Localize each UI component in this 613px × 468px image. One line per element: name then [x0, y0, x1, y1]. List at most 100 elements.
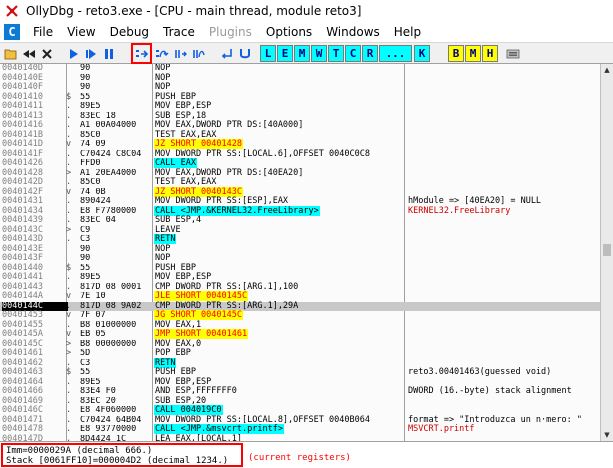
memory-window-button[interactable]: M [294, 45, 310, 62]
disasm-hex-dump: 85C0 [80, 130, 101, 140]
cpu-window-button[interactable]: C [345, 45, 361, 62]
disasm-row[interactable]: 0040141B. 85C0 TEST EAX,EAX [0, 130, 600, 141]
disasm-hex-dump: 7F 07 [80, 311, 106, 320]
disasm-instruction: POP EBP [155, 348, 191, 358]
call-stack-button[interactable]: K [414, 45, 430, 62]
disasm-row[interactable]: 0040145A v EB 05 JMP SHORT 00401461 [0, 329, 600, 340]
menu-trace[interactable]: Trace [156, 25, 202, 39]
disasm-row[interactable]: 00401469. 83EC 20 SUB ESP,20 [0, 396, 600, 407]
disasm-hex-dump: 7E 10 [80, 292, 106, 301]
threads-window-button[interactable]: T [328, 45, 344, 62]
disasm-instruction: CALL <JMP.&KERNEL32.FreeLibrary> [154, 205, 320, 216]
info-pane: Imm=0000029A (decimal 666.) Stack [0061F… [0, 441, 613, 468]
disasm-row[interactable]: 00401455. B8 01000000 MOV EAX,1 [0, 319, 600, 331]
disasm-row[interactable]: 0040140D 90 NOP [0, 64, 600, 74]
disasm-hex-dump: B8 01000000 [80, 320, 137, 330]
breakpoints-button[interactable]: B [448, 45, 464, 62]
scroll-up-icon[interactable]: ▲ [601, 64, 613, 76]
disasm-instruction: NOP [155, 82, 171, 92]
disasm-instruction: MOV EAX,DWORD PTR DS:[40EA20] [155, 167, 304, 178]
execute-till-return-icon[interactable] [218, 45, 235, 62]
disasm-instruction: NOP [155, 64, 171, 73]
menu-file[interactable]: File [26, 25, 60, 39]
disasm-row[interactable]: 0040143C > C9 LEAVE [0, 224, 600, 236]
run-icon[interactable] [64, 45, 81, 62]
menu-view[interactable]: View [60, 25, 102, 39]
disasm-instruction: PUSH EBP [155, 367, 196, 377]
title-bar: OllyDbg - reto3.exe - [CPU - main thread… [0, 0, 613, 22]
disassembly-scrollbar[interactable]: ▲ ▼ [600, 64, 613, 441]
disasm-row[interactable]: 00401466. 83E4 F0 AND ESP,FFFFFFF0 DWORD (1… [0, 386, 600, 397]
trace-into-icon[interactable] [172, 45, 189, 62]
disasm-row[interactable]: 00401471. C70424 64B04 MOV DWORD PTR SS:[L… [0, 415, 600, 426]
disasm-hex-dump: A1 20EA4000 [80, 168, 137, 178]
cpu-window-icon[interactable]: C [4, 24, 20, 40]
disasm-row[interactable]: 00401478. E8 93770000 CALL <JMP.&msvcrt.pr… [0, 424, 600, 435]
disasm-row[interactable]: 00401416. A1 00A04000 MOV EAX,DWORD PTR DS… [0, 120, 600, 131]
disasm-row[interactable]: 00401439. 83EC 04 SUB ESP,4 [0, 215, 600, 226]
menu-windows[interactable]: Windows [319, 25, 387, 39]
windows-list-button[interactable]: W [311, 45, 327, 62]
disasm-row[interactable]: 0040141F. C70424 C8C04 MOV DWORD PTR SS:[L… [0, 149, 600, 160]
disasm-hex-dump: 817D 08 0001 [80, 282, 142, 292]
disasm-instruction: MOV EAX,1 [155, 319, 202, 330]
disasm-row[interactable]: 0040142D. 85C0 TEST EAX,EAX [0, 177, 600, 188]
disasm-row[interactable]: 00401434. E8 F7780000 CALL <JMP.&KERNEL32.… [0, 205, 600, 217]
disasm-comment: KERNEL32.FreeLibrary [408, 205, 511, 216]
disasm-row[interactable]: 0040140E 90 NOP [0, 73, 600, 84]
open-icon[interactable] [2, 45, 19, 62]
disasm-row[interactable]: 00401461 >5D POP EBP [0, 348, 600, 359]
disasm-instruction: LEAVE [155, 224, 181, 235]
disasm-row[interactable]: 00401440 $55 PUSH EBP [0, 263, 600, 274]
run-thread-icon[interactable] [82, 45, 99, 62]
disasm-instruction: PUSH EBP [155, 91, 196, 102]
disasm-hex-dump: FFD0 [80, 159, 101, 168]
disasm-hex-dump: 83E4 F0 [80, 387, 116, 396]
step-into-icon[interactable] [131, 43, 152, 64]
disasm-row[interactable]: 0040143E 90 NOP [0, 244, 600, 255]
disasm-row[interactable]: 00401443. 817D 08 0001 CMP DWORD PTR SS:[A… [0, 282, 600, 293]
disasm-row[interactable]: 00401453 v 7F 07 JG SHORT 0040145C [0, 310, 600, 321]
disasm-hex-dump: C3 [80, 235, 91, 244]
disasm-row[interactable]: 00401410 $55 PUSH EBP [0, 91, 600, 103]
info-note: (current registers) [248, 453, 351, 463]
hardware-breakpoints-button[interactable]: H [482, 45, 498, 62]
scroll-down-icon[interactable]: ▼ [601, 429, 613, 441]
disasm-row[interactable]: 00401411. 89E5 MOV EBP,ESP [0, 101, 600, 112]
pause-icon[interactable] [100, 45, 117, 62]
menu-plugins[interactable]: Plugins [202, 25, 259, 39]
memory-breakpoints-button[interactable]: M [465, 45, 481, 62]
disasm-hex-dump: 89E5 [80, 102, 101, 111]
disasm-row[interactable]: 0040145C > B8 00000000 MOV EAX,0 [0, 339, 600, 350]
restart-icon[interactable] [20, 45, 37, 62]
disasm-row[interactable]: 0040143D. C3 RETN [0, 234, 600, 245]
menu-options[interactable]: Options [259, 25, 319, 39]
menu-help[interactable]: Help [387, 25, 428, 39]
modules-window-button[interactable]: E [277, 45, 293, 62]
disasm-row[interactable]: 0040144A v 7E 10 JLE SHORT 0040145C [0, 291, 600, 302]
menu-bar: C File View Debug Trace Plugins Options … [0, 22, 613, 42]
scroll-thumb[interactable] [603, 244, 611, 256]
disasm-row[interactable]: 00401441. 89E5 MOV EBP,ESP [0, 272, 600, 283]
disasm-hex-dump: C70424 C8C04 [80, 149, 142, 159]
log-window-button[interactable]: L [260, 45, 276, 62]
disasm-row[interactable]: 0040140F 90 NOP [0, 82, 600, 93]
disasm-instruction: SUB ESP,4 [155, 215, 202, 225]
disasm-row[interactable]: 0040143F 90 NOP [0, 253, 600, 264]
disasm-instruction: LEA EAX,[LOCAL.1] [155, 433, 242, 441]
menu-debug[interactable]: Debug [103, 25, 156, 39]
settings-icon[interactable] [504, 45, 521, 62]
disasm-row[interactable]: 00401463 $55 PUSH EBP reto3.00401463(guesse… [0, 367, 600, 378]
run-trace-button[interactable]: ... [379, 45, 412, 62]
trace-over-icon[interactable] [190, 45, 207, 62]
step-over-icon[interactable] [153, 45, 170, 62]
disassembly-pane[interactable]: 0040140D 90 NOP 0040140E 90 NOP 0040140F 90 NOP 0… [0, 64, 600, 441]
go-to-user-code-icon[interactable] [236, 45, 253, 62]
info-box: Imm=0000029A (decimal 666.) Stack [0061F… [1, 443, 243, 467]
close-icon[interactable] [38, 45, 55, 62]
disasm-row[interactable]: 0040144C. 817D 08 9A02 CMP DWORD PTR SS:[A… [0, 301, 600, 311]
disasm-instruction: JMP SHORT 00401461 [154, 329, 249, 339]
references-window-button[interactable]: R [362, 45, 378, 62]
disasm-row[interactable]: 00401428 > A1 20EA4000 MOV EAX,DWORD PTR DS… [0, 167, 600, 179]
disasm-instruction: CALL EAX [154, 158, 197, 168]
